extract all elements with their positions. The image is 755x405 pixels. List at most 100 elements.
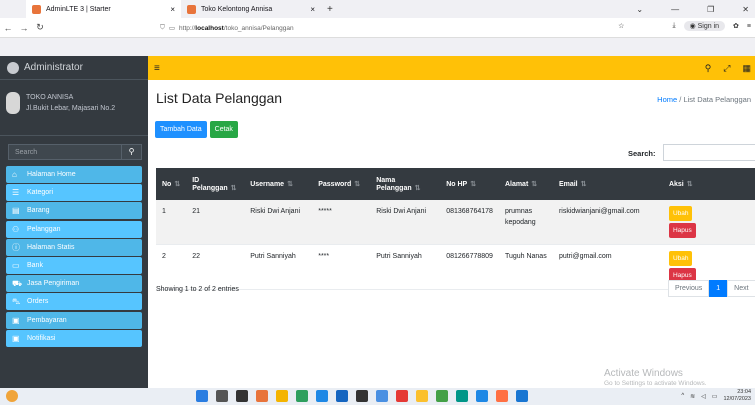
sidebar-item-halaman-statis[interactable]: ⓘ Halaman Statis (6, 238, 142, 256)
firefox-icon[interactable] (496, 390, 508, 402)
sidebar-item-notifikasi[interactable]: ▣ Notifikasi (6, 329, 142, 347)
vscode-icon[interactable] (516, 390, 528, 402)
close-tab-icon[interactable]: × (170, 5, 175, 14)
app-icon[interactable] (456, 390, 468, 402)
table-search-input[interactable] (663, 144, 755, 161)
user-address: Jl.Bukit Lebar, Majasari No.2 (26, 105, 116, 112)
reload-icon[interactable]: ↻ (32, 22, 48, 33)
file-explorer-icon[interactable] (416, 390, 428, 402)
previous-page-button[interactable]: Previous (668, 280, 710, 297)
column-header-id-pelanggan[interactable]: ID Pelanggan ⇅ (186, 168, 244, 200)
info-icon: ⓘ (12, 242, 20, 252)
search-icon[interactable]: ⚲ (122, 144, 142, 160)
print-button[interactable]: Cetak (209, 121, 238, 138)
cell-email: putri@gmail.com (552, 244, 663, 290)
activate-windows-watermark: Activate Windows Go to Settings to activ… (604, 368, 707, 387)
column-header-email[interactable]: Email ⇅ (553, 168, 663, 200)
sidebar-item-orders[interactable]: ⛍ Orders (6, 293, 142, 311)
cell-password: **** (312, 244, 371, 290)
app-icon[interactable] (356, 390, 368, 402)
sign-in-button[interactable]: ◉ Sign in (683, 21, 726, 31)
forward-icon[interactable]: → (16, 23, 32, 33)
battery-icon[interactable]: ▭ (712, 393, 718, 400)
taskbar: ^ ≋ ◁ ▭ 23:04 12/07/2023 (0, 388, 755, 405)
bookmark-star-icon[interactable]: ☆ (618, 22, 624, 30)
column-header-aksi[interactable]: Aksi ⇅ (663, 168, 755, 200)
sidebar-item-label: Barang (27, 207, 50, 215)
sidebar-item-jasa-pengiriman[interactable]: ⛟ Jasa Pengiriman (6, 275, 142, 293)
address-bar[interactable]: ⛉ ▭ http://localhost/toko_annisa/Pelangg… (160, 21, 600, 35)
maximize-icon[interactable]: ❐ (707, 5, 714, 14)
close-tab-icon[interactable]: × (310, 5, 315, 14)
customers-table: No ⇅ ID Pelanggan ⇅ Username ⇅ Password ⇅ Na… (156, 168, 755, 290)
delete-button[interactable]: Hapus (668, 223, 696, 238)
sidebar-item-bank[interactable]: ▭ Bank (6, 256, 142, 274)
money-icon: ▣ (12, 315, 20, 325)
search-icon[interactable] (216, 390, 228, 402)
app-icon[interactable] (276, 390, 288, 402)
control-sidebar-icon[interactable]: ▦ (742, 63, 751, 74)
wifi-icon[interactable]: ≋ (690, 393, 695, 400)
app-icon[interactable] (396, 390, 408, 402)
close-window-icon[interactable]: ✕ (742, 5, 749, 14)
minimize-icon[interactable]: — (671, 5, 679, 14)
weather-icon[interactable] (6, 390, 18, 402)
sidebar-item-label: Orders (27, 298, 49, 306)
sidebar-item-barang[interactable]: ▤ Barang (6, 202, 142, 220)
volume-icon[interactable]: ◁ (701, 393, 706, 400)
next-page-button[interactable]: Next (727, 280, 755, 297)
menu-icon[interactable]: ≡ (747, 23, 751, 30)
hamburger-menu-icon[interactable]: ≡ (154, 63, 160, 74)
cell-hp: 081266778809 (440, 244, 499, 290)
app-icon[interactable] (376, 390, 388, 402)
cell-username: Putri Sanniyah (244, 244, 313, 290)
cell-aksi: Ubah Hapus (662, 200, 755, 245)
app-icon[interactable] (436, 390, 448, 402)
windows-start-icon[interactable] (196, 390, 208, 402)
page-1-button[interactable]: 1 (709, 280, 728, 297)
edit-button[interactable]: Ubah (668, 251, 693, 266)
edit-button[interactable]: Ubah (668, 206, 693, 221)
app-icon[interactable] (296, 390, 308, 402)
cell-nama: Putri Sanniyah (370, 244, 441, 290)
new-tab-icon[interactable]: + (327, 4, 333, 15)
download-icon[interactable]: ⤓ (672, 22, 675, 30)
sidebar-item-pelanggan[interactable]: ⚇ Pelanggan (6, 220, 142, 238)
sidebar-menu: ⌂ Halaman Home ☰ Kategori ▤ Barang ⚇ Pelangg… (6, 166, 142, 348)
navbar-search-icon[interactable]: ⚲ (705, 63, 712, 74)
extensions-icon[interactable]: ✿ (733, 22, 739, 30)
sidebar-search-input[interactable]: Search (8, 144, 122, 160)
tab-adminlte[interactable]: AdminLTE 3 | Starter × (26, 0, 181, 18)
back-icon[interactable]: ← (0, 23, 16, 33)
favicon-icon (32, 4, 41, 14)
tab-toko[interactable]: Toko Kelontong Annisa × (181, 0, 321, 18)
clock[interactable]: 23:04 12/07/2023 (723, 389, 751, 403)
breadcrumb-home[interactable]: Home (657, 95, 677, 104)
column-header-no-hp[interactable]: No HP ⇅ (440, 168, 499, 200)
chevron-up-icon[interactable]: ^ (681, 393, 684, 399)
brand-link[interactable]: Administrator (0, 56, 148, 80)
column-header-alamat[interactable]: Alamat ⇅ (499, 168, 553, 200)
edge-icon[interactable] (316, 390, 328, 402)
task-view-icon[interactable] (236, 390, 248, 402)
list-all-tabs-icon[interactable]: ⌄ (636, 5, 643, 14)
fullscreen-icon[interactable]: ⤢ (723, 63, 730, 74)
app-icon[interactable] (256, 390, 268, 402)
cell-username: Riski Dwi Anjani (244, 200, 313, 245)
table-header-row: No ⇅ ID Pelanggan ⇅ Username ⇅ Password ⇅ Na… (156, 168, 755, 200)
sidebar-item-kategori[interactable]: ☰ Kategori (6, 184, 142, 202)
sidebar-item-pembayaran[interactable]: ▣ Pembayaran (6, 311, 142, 329)
app-icon[interactable] (336, 390, 348, 402)
column-header-password[interactable]: Password ⇅ (312, 168, 370, 200)
shield-icon: ⛉ (160, 24, 165, 31)
sidebar-item-halaman-home[interactable]: ⌂ Halaman Home (6, 166, 142, 183)
sidebar-item-label: Bank (27, 261, 43, 269)
user-name[interactable]: TOKO ANNISA (26, 92, 115, 103)
column-header-nama-pelanggan[interactable]: Nama Pelanggan ⇅ (370, 168, 440, 200)
add-data-button[interactable]: Tambah Data (155, 121, 207, 138)
pagination: Previous 1 Next (668, 280, 755, 297)
column-header-no[interactable]: No ⇅ (156, 168, 186, 200)
column-header-username[interactable]: Username ⇅ (244, 168, 312, 200)
app-icon[interactable] (476, 390, 488, 402)
cell-email: riskidwianjani@gmail.com (552, 200, 663, 245)
